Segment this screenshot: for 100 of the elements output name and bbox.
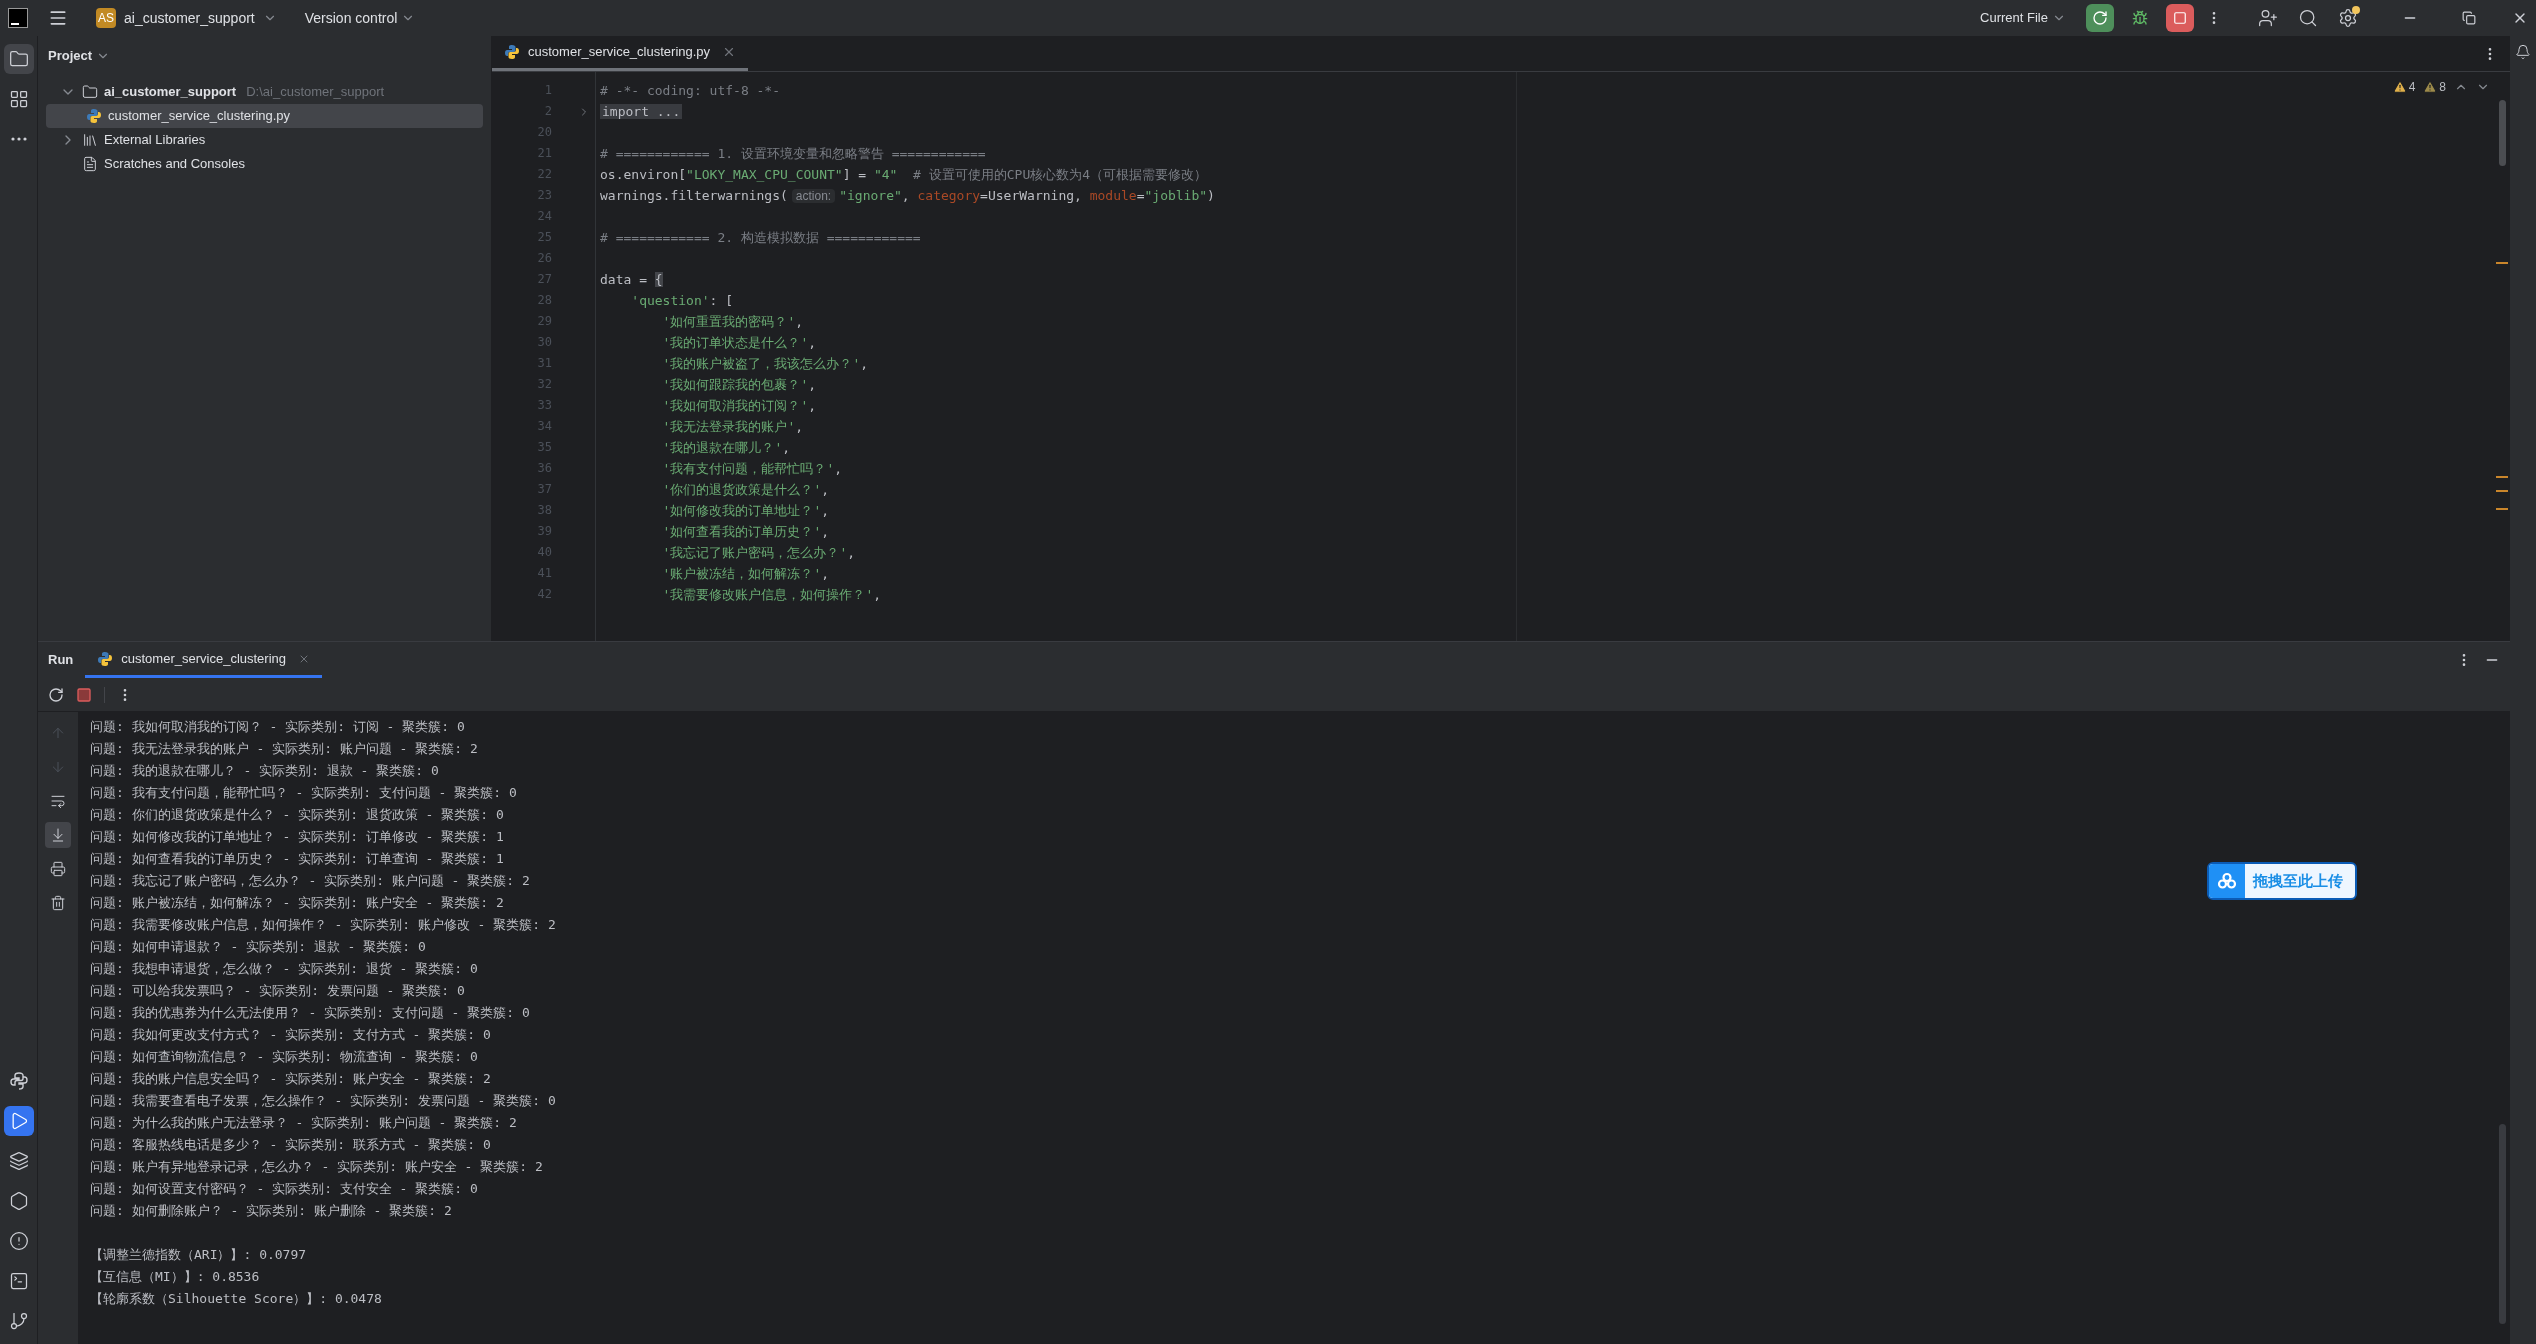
- panel-title: Project: [48, 47, 93, 66]
- error-stripe-marker: [2496, 490, 2508, 492]
- error-stripe-marker: [2496, 476, 2508, 478]
- rerun-icon[interactable]: [48, 686, 64, 703]
- code-line: '账户被冻结，如何解冻？',: [661, 566, 830, 581]
- editor-tab[interactable]: customer_service_clustering.py: [492, 36, 749, 71]
- problems-icon: [8, 1231, 29, 1251]
- inspection-counter[interactable]: 8: [2423, 78, 2446, 96]
- code-line: warnings.filterwarnings( action: "ignore", category=UserWarning, module="joblib"): [600, 188, 1215, 203]
- console-output-line: 问题: 如何申请退款？ - 实际类别: 退款 - 聚类簇: 0: [90, 939, 426, 954]
- console-output-line: 问题: 我有支付问题，能帮忙吗？ - 实际类别: 支付问题 - 聚类簇: 0: [90, 785, 517, 800]
- metric-output-line: 【调整兰德指数（ARI）】: 0.0797: [90, 1247, 307, 1262]
- console-output-line: 问题: 我如何更改支付方式？ - 实际类别: 支付方式 - 聚类簇: 0: [90, 1027, 491, 1042]
- terminal-icon: [8, 1271, 29, 1291]
- code-line: '我有支付问题，能帮忙吗？',: [661, 461, 843, 476]
- tab-label: customer_service_clustering: [121, 649, 286, 668]
- console-output-line: 问题: 我想申请退货，怎么做？ - 实际类别: 退货 - 聚类簇: 0: [90, 961, 478, 976]
- code-line: '我忘记了账户密码，怎么办？',: [661, 545, 856, 560]
- console-output-line: 问题: 如何删除账户？ - 实际类别: 账户删除 - 聚类簇: 2: [90, 1203, 452, 1218]
- python-file-icon: [97, 650, 114, 667]
- console-output-line: 问题: 我需要修改账户信息，如何操作？ - 实际类别: 账户修改 - 聚类簇: 2: [90, 917, 556, 932]
- services-icon: [8, 1191, 29, 1211]
- python-file-icon: [504, 44, 520, 60]
- code-line: '我如何跟踪我的包裹？',: [661, 377, 817, 392]
- code-line: '我如何取消我的订阅？',: [661, 398, 817, 413]
- console-output-line: 问题: 客服热线电话是多少？ - 实际类别: 联系方式 - 聚类簇: 0: [90, 1137, 491, 1152]
- tree-item[interactable]: customer_service_clustering.py: [46, 104, 483, 128]
- restore-icon[interactable]: [2462, 11, 2476, 25]
- tree-item[interactable]: External Libraries: [46, 128, 483, 152]
- console-output-line: 问题: 我如何取消我的订阅？ - 实际类别: 订阅 - 聚类簇: 0: [90, 719, 465, 734]
- library-icon: [82, 132, 98, 148]
- code-line: # ============ 2. 构造模拟数据 ============: [600, 230, 921, 245]
- vcs-menu[interactable]: Version control: [296, 4, 424, 32]
- code-line: '我无法登录我的账户',: [661, 419, 804, 434]
- console-output-line: 问题: 可以给我发票吗？ - 实际类别: 发票问题 - 聚类簇: 0: [90, 983, 465, 998]
- settings-button[interactable]: [2338, 8, 2358, 28]
- tree-item-label: External Libraries: [104, 131, 206, 150]
- run-config-selector[interactable]: Current File: [1972, 4, 2074, 32]
- settings-icon: [2338, 8, 2358, 28]
- code-line: '我需要修改账户信息，如何操作？',: [661, 587, 882, 602]
- git-branch-icon: [8, 1311, 29, 1331]
- more-icon: [10, 137, 27, 141]
- stop-icon[interactable]: [76, 686, 92, 703]
- stop-button[interactable]: [2166, 4, 2194, 32]
- console-output-line: 问题: 我的账户信息安全吗？ - 实际类别: 账户安全 - 聚类簇: 2: [90, 1071, 491, 1086]
- panel-title: Run: [48, 651, 74, 670]
- main-menu-icon[interactable]: [48, 8, 68, 28]
- console-output-line: 问题: 我的优惠券为什么无法使用？ - 实际类别: 支付问题 - 聚类簇: 0: [90, 1005, 530, 1020]
- tree-item-label: Scratches and Consoles: [104, 155, 245, 174]
- tab-label: customer_service_clustering.py: [528, 43, 711, 62]
- tree-item-path: D:\ai_customer_support: [246, 83, 385, 102]
- code-line: '如何重置我的密码？',: [661, 314, 804, 329]
- metric-output-line: 【互信息（MI）】: 0.8536: [90, 1269, 260, 1284]
- notifications-icon[interactable]: [2515, 44, 2531, 60]
- tree-item-label: ai_customer_support: [104, 83, 237, 102]
- console-output-line: 问题: 我无法登录我的账户 - 实际类别: 账户问题 - 聚类簇: 2: [90, 741, 478, 756]
- search-icon[interactable]: [2298, 8, 2318, 28]
- tree-item[interactable]: Scratches and Consoles: [46, 152, 483, 176]
- code-line: data = {: [600, 272, 663, 287]
- code-line: '我的账户被盗了，我该怎么办？',: [661, 356, 869, 371]
- code-line: # ============ 1. 设置环境变量和忽略警告 ============: [600, 146, 986, 161]
- rerun-icon: [2092, 10, 2108, 26]
- trash-icon: [50, 895, 66, 911]
- add-user-icon[interactable]: [2258, 8, 2278, 28]
- error-stripe-marker: [2496, 508, 2508, 510]
- scratches-icon: [82, 156, 98, 172]
- project-selector[interactable]: AS ai_customer_support: [88, 4, 285, 32]
- console-output-line: 问题: 为什么我的账户无法登录？ - 实际类别: 账户问题 - 聚类簇: 2: [90, 1115, 517, 1130]
- structure-icon: [8, 89, 29, 109]
- console-output-line: 问题: 账户被冻结，如何解冻？ - 实际类别: 账户安全 - 聚类簇: 2: [90, 895, 504, 910]
- bug-icon: [2132, 10, 2148, 26]
- console-output-line: 问题: 我需要查看电子发票，怎么操作？ - 实际类别: 发票问题 - 聚类簇: 0: [90, 1093, 556, 1108]
- console-output-line: 问题: 账户有异地登录记录，怎么办？ - 实际类别: 账户安全 - 聚类簇: 2: [90, 1159, 543, 1174]
- soft-wrap-icon: [50, 793, 66, 809]
- metric-output-line: 【轮廓系数（Silhouette Score）】: 0.0478: [90, 1291, 382, 1306]
- stop-icon: [2173, 11, 2187, 25]
- cloud-logo-icon: [2217, 871, 2237, 891]
- console-output-line: 问题: 如何查看我的订单历史？ - 实际类别: 订单查询 - 聚类簇: 1: [90, 851, 504, 866]
- error-stripe-marker: [2496, 262, 2508, 264]
- code-line: '你们的退货政策是什么？',: [661, 482, 830, 497]
- code-line: '如何修改我的订单地址？',: [661, 503, 830, 518]
- code-line: 'question': [: [630, 293, 734, 308]
- console-output-line: 问题: 如何设置支付密码？ - 实际类别: 支付安全 - 聚类簇: 0: [90, 1181, 478, 1196]
- app-logo-icon: [8, 8, 28, 28]
- tree-item-label: customer_service_clustering.py: [108, 107, 291, 126]
- project-badge: AS: [96, 8, 116, 28]
- scrollbar-thumb[interactable]: [2499, 100, 2506, 166]
- tool-window-button[interactable]: [3, 44, 34, 74]
- scrollbar-thumb[interactable]: [2499, 1124, 2506, 1324]
- code-line: '如何查看我的订单历史？',: [661, 524, 830, 539]
- console-output-line: 问题: 你们的退货政策是什么？ - 实际类别: 退货政策 - 聚类簇: 0: [90, 807, 504, 822]
- scroll-to-end-icon: [50, 827, 66, 843]
- rerun-button[interactable]: [2086, 4, 2114, 32]
- console-output-line: 问题: 如何查询物流信息？ - 实际类别: 物流查询 - 聚类簇: 0: [90, 1049, 478, 1064]
- console-tool-button[interactable]: [45, 822, 71, 848]
- tree-item[interactable]: ai_customer_support D:\ai_customer_support: [46, 80, 483, 104]
- folder-icon: [8, 49, 29, 69]
- layers-icon: [8, 1151, 29, 1171]
- inspection-counter[interactable]: 4: [2392, 78, 2416, 96]
- tool-window-button[interactable]: [3, 1106, 34, 1136]
